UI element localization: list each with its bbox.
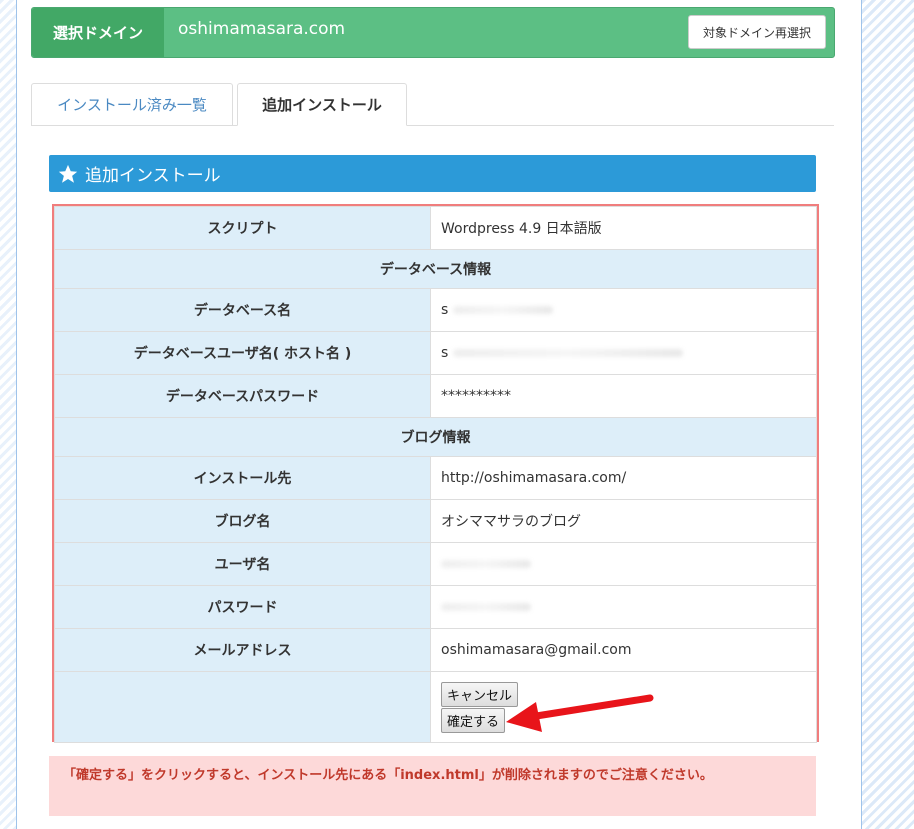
- blog-name-label: ブログ名: [54, 499, 431, 543]
- install-form-table: スクリプト Wordpress 4.9 日本語版 データベース情報 データベース…: [52, 204, 819, 743]
- db-info-group-row: データベース情報: [54, 249, 817, 289]
- password-value: [430, 585, 817, 629]
- section-title: 追加インストール: [85, 166, 221, 186]
- blog-info-group-row: ブログ情報: [54, 417, 817, 457]
- tab-installed-list[interactable]: インストール済み一覧: [31, 83, 233, 125]
- selected-domain-label: 選択ドメイン: [32, 8, 164, 57]
- password-label: パスワード: [54, 585, 431, 629]
- selected-domain-bar: 選択ドメイン oshimamasara.com 対象ドメイン再選択: [31, 7, 835, 58]
- star-icon: [58, 164, 78, 183]
- blog-name-value: オシママサラのブログ: [430, 499, 817, 543]
- confirm-button[interactable]: 確定する: [441, 707, 506, 733]
- table-row: データベース名 s: [54, 288, 817, 332]
- buttons-row: キャンセル 確定する: [54, 671, 817, 743]
- install-to-label: インストール先: [54, 456, 431, 500]
- redacted-text: [452, 349, 683, 357]
- redacted-text: [441, 560, 531, 568]
- db-name-value: s: [430, 288, 817, 332]
- db-password-label: データベースパスワード: [54, 374, 431, 418]
- db-user-text: s: [441, 345, 449, 361]
- redacted-text: [441, 603, 531, 611]
- blog-info-heading: ブログ情報: [54, 417, 817, 457]
- redacted-text: [452, 306, 553, 314]
- user-name-label: ユーザ名: [54, 542, 431, 586]
- table-row: データベースユーザ名( ホスト名 ) s: [54, 331, 817, 375]
- table-row: スクリプト Wordpress 4.9 日本語版: [54, 206, 817, 250]
- script-value: Wordpress 4.9 日本語版: [430, 206, 817, 250]
- right-decorative-border: [861, 0, 914, 829]
- table-row: ユーザ名: [54, 542, 817, 586]
- table-row: メールアドレス oshimamasara@gmail.com: [54, 628, 817, 672]
- db-name-label: データベース名: [54, 288, 431, 332]
- db-user-label: データベースユーザ名( ホスト名 ): [54, 331, 431, 375]
- selected-domain-name: oshimamasara.com: [178, 19, 346, 39]
- tab-bar: インストール済み一覧 追加インストール: [31, 83, 834, 126]
- red-arrow-annotation: [506, 694, 654, 732]
- table-row: データベースパスワード **********: [54, 374, 817, 418]
- install-to-value: http://oshimamasara.com/: [430, 456, 817, 500]
- table-row: パスワード: [54, 585, 817, 629]
- email-value: oshimamasara@gmail.com: [430, 628, 817, 672]
- script-label: スクリプト: [54, 206, 431, 250]
- table-row: インストール先 http://oshimamasara.com/: [54, 456, 817, 500]
- email-label: メールアドレス: [54, 628, 431, 672]
- reselect-domain-button[interactable]: 対象ドメイン再選択: [688, 15, 826, 49]
- db-user-value: s: [430, 331, 817, 375]
- empty-label-cell: [54, 671, 431, 743]
- db-name-text: s: [441, 302, 449, 318]
- left-decorative-border: [0, 0, 17, 829]
- user-name-value: [430, 542, 817, 586]
- delete-warning-message: 「確定する」をクリックすると、インストール先にある「index.html」が削除…: [49, 756, 816, 816]
- db-info-heading: データベース情報: [54, 249, 817, 289]
- db-password-value: **********: [430, 374, 817, 418]
- tab-add-install[interactable]: 追加インストール: [237, 83, 407, 126]
- table-row: ブログ名 オシママサラのブログ: [54, 499, 817, 543]
- add-install-section-header: 追加インストール: [49, 155, 816, 192]
